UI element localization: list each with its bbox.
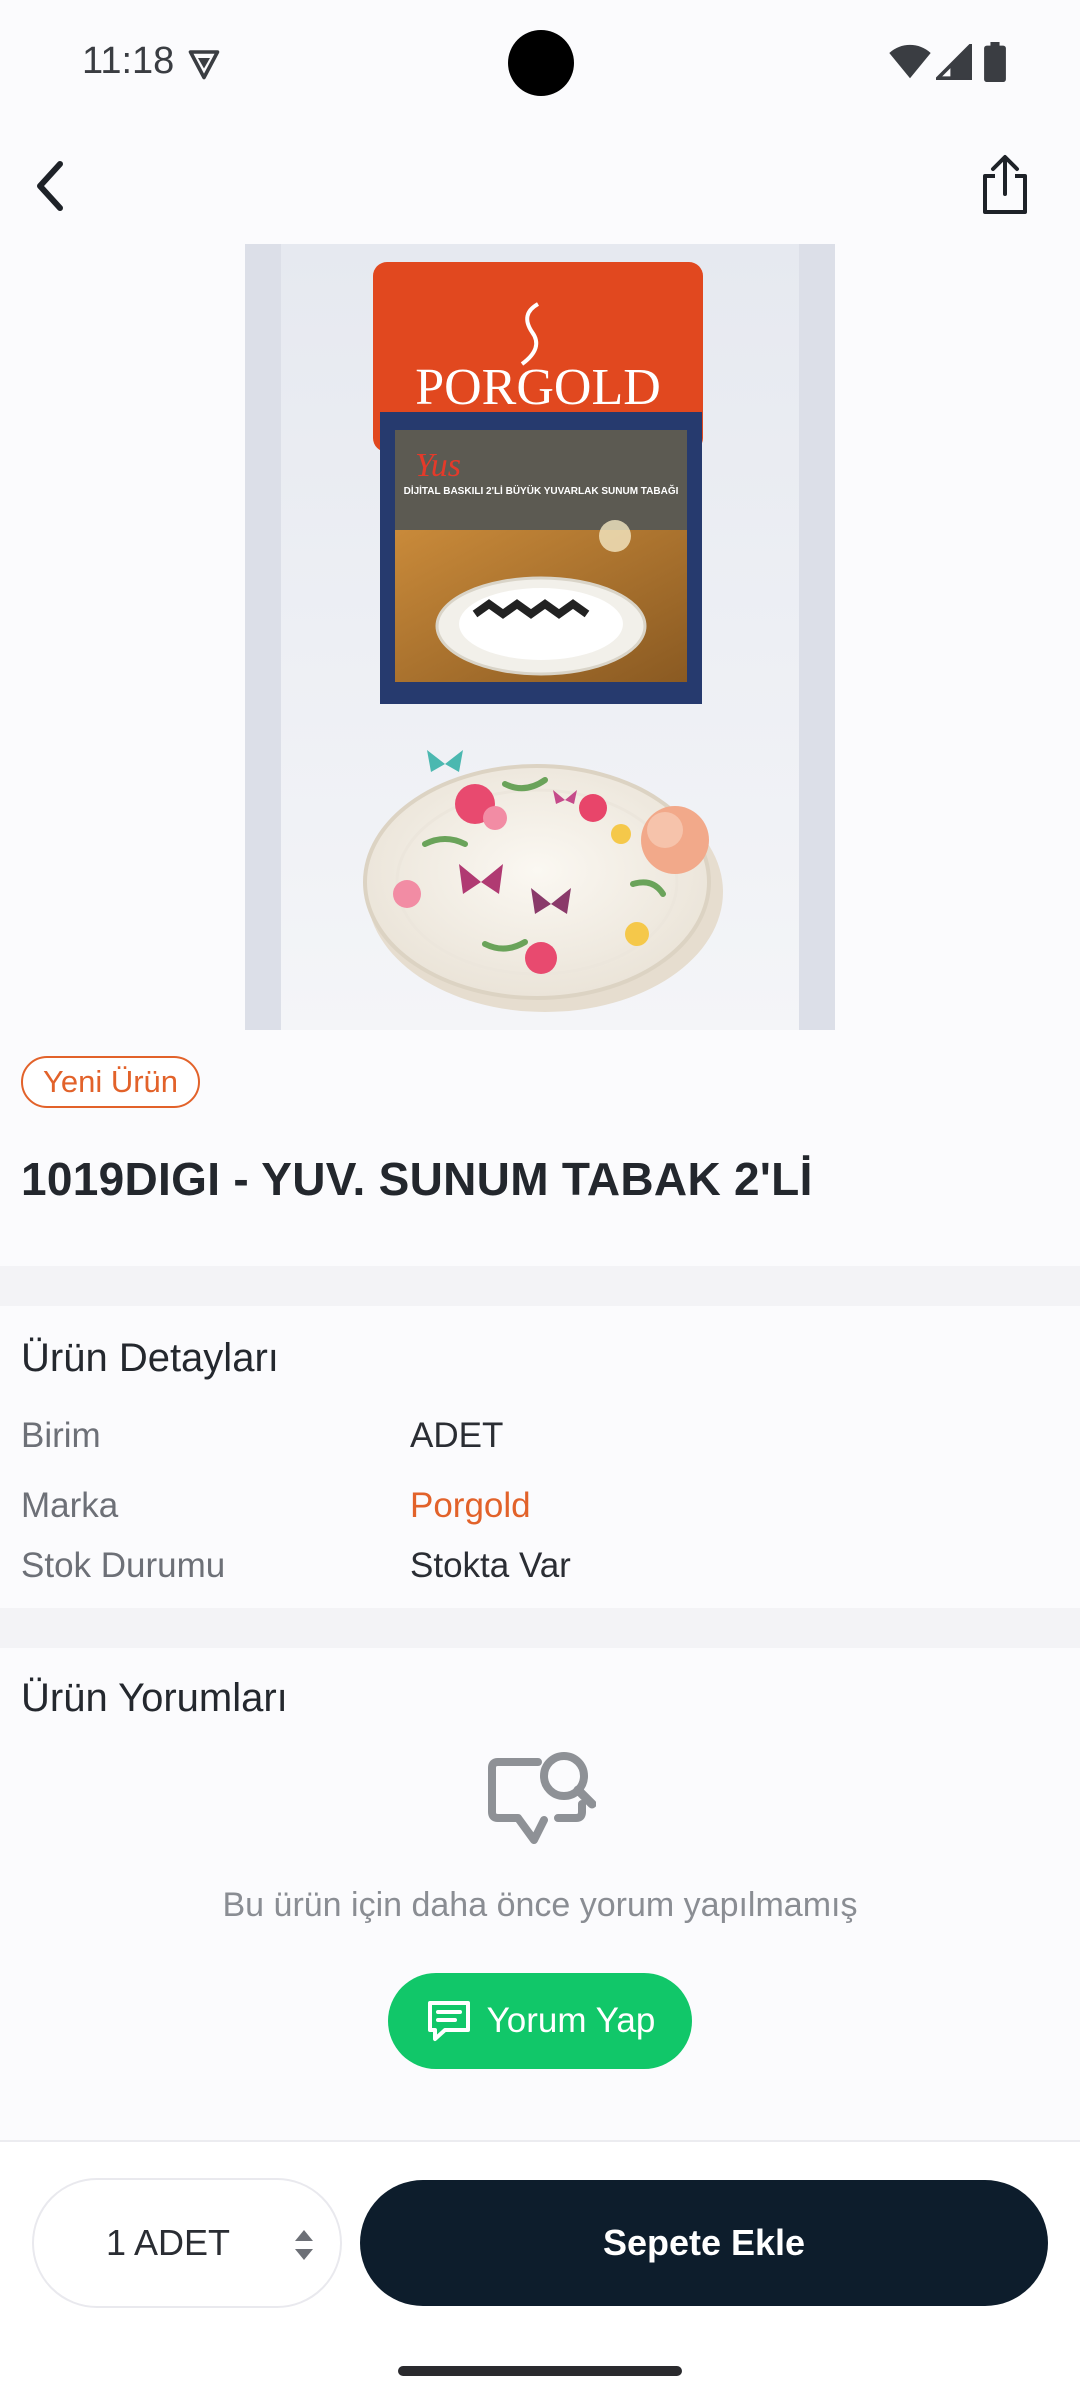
detail-label-unit: Birim [21,1416,101,1455]
share-icon [983,155,1027,214]
cell-signal-icon [936,44,972,80]
comment-icon [427,2001,470,2041]
quantity-select[interactable]: 1 ADET [32,2178,342,2308]
product-photo-illustration: PORGOLD Yus DİJİTAL BASKILI 2'Lİ BÜYÜK Y… [245,244,835,1030]
back-button[interactable] [20,156,80,216]
home-indicator[interactable] [398,2366,682,2376]
product-image[interactable]: PORGOLD Yus DİJİTAL BASKILI 2'Lİ BÜYÜK Y… [245,244,835,1030]
battery-icon [984,42,1006,82]
no-reviews-message: Bu ürün için daha önce yorum yapılmamış [222,1886,858,1924]
detail-value-brand-link[interactable]: Porgold [410,1486,531,1526]
bottom-action-bar: 1 ADET Sepete Ekle [0,2140,1080,2402]
details-section-title: Ürün Detayları [21,1336,279,1380]
camera-cutout [508,30,574,96]
detail-label-stock: Stok Durumu [21,1546,226,1585]
chevron-left-icon [37,161,63,211]
comment-search-icon [488,1752,596,1844]
section-divider [0,1608,1080,1648]
image-brand-text: PORGOLD [415,359,661,416]
reviews-section-title: Ürün Yorumları [21,1676,288,1720]
new-product-badge: Yeni Ürün [21,1056,201,1108]
status-bar: 11:18 [0,0,1080,130]
wifi-icon [889,44,931,79]
detail-value-stock: Stokta Var [410,1546,571,1585]
vpn-shield-icon [188,50,220,80]
status-time: 11:18 [82,40,175,82]
product-title: 1019DIGI - YUV. SUNUM TABAK 2'Lİ [21,1153,813,1205]
quantity-value: 1 ADET [106,2222,231,2263]
detail-label-brand: Marka [21,1486,119,1525]
top-app-bar [0,130,1080,240]
write-review-button[interactable]: Yorum Yap [388,1973,692,2069]
image-inner-text: DİJİTAL BASKILI 2'Lİ BÜYÜK YUVARLAK SUNU… [404,484,679,497]
share-button[interactable] [974,150,1036,220]
section-divider [0,1266,1080,1306]
detail-value-unit: ADET [410,1416,504,1455]
image-inner-label: Yus [415,447,461,484]
add-to-cart-button[interactable]: Sepete Ekle [360,2180,1048,2306]
write-review-label: Yorum Yap [486,2001,656,2040]
up-down-arrows-icon [295,2230,313,2260]
